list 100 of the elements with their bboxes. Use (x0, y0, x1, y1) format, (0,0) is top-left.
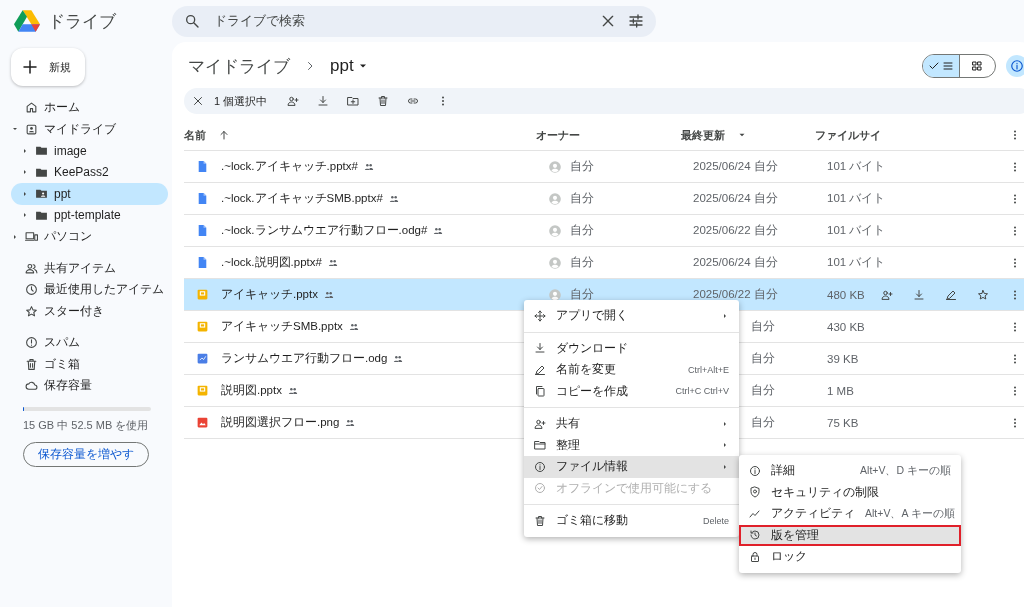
folder-icon (534, 439, 546, 452)
column-header[interactable]: 最終更新 (681, 127, 725, 143)
move-arrows-icon (534, 309, 546, 322)
column-header[interactable]: オーナー (536, 127, 580, 143)
modified-date: 自分 (751, 383, 775, 398)
menu-item[interactable]: 整理 (524, 434, 739, 456)
caret-right-icon[interactable] (21, 189, 29, 198)
menu-item[interactable]: アクティビティ Alt+V、A キーの順 (739, 503, 961, 525)
modified-date: 2025/06/22 自分 (693, 287, 778, 302)
avatar-icon (548, 223, 562, 238)
cloud-icon (25, 379, 38, 393)
caret-right-icon[interactable] (21, 211, 29, 220)
file-name: 説明図.pptx (221, 383, 282, 398)
person-add-icon[interactable] (287, 95, 300, 107)
people-icon (363, 161, 374, 172)
info-icon (534, 460, 546, 473)
menu-item[interactable]: 名前を変更 Ctrl+Alt+E (524, 359, 739, 381)
file-row[interactable]: .~lock.アイキャッチ.pptx# 自分 2025/06/24 自分 101 バイト (184, 151, 1024, 183)
check-icon (927, 60, 940, 72)
file-name: アイキャッチSMB.pptx (221, 319, 343, 334)
file-name: .~lock.説明図.pptx# (221, 255, 322, 270)
shield-icon (749, 486, 761, 499)
nav-item[interactable]: スパム (11, 332, 168, 354)
nav-item[interactable]: image (11, 140, 168, 162)
nav-item[interactable]: ゴミ箱 (11, 353, 168, 375)
star-icon[interactable] (976, 288, 989, 301)
breadcrumb-item[interactable]: ppt (326, 56, 373, 76)
menu-item[interactable]: 詳細 Alt+V、D キーの順 (739, 460, 961, 482)
file-row[interactable]: .~lock.ランサムウエア行動フロー.odg# 自分 2025/06/22 自分 101 バイト (184, 215, 1024, 247)
document-icon (196, 160, 209, 173)
image-icon (196, 416, 209, 429)
folder-icon (35, 144, 48, 158)
menu-item[interactable]: ロック (739, 546, 961, 568)
menu-item[interactable]: 共有 (524, 413, 739, 435)
info-icon (1009, 59, 1024, 73)
menu-item[interactable]: セキュリティの制限 (739, 481, 961, 503)
nav-item[interactable]: ppt (11, 183, 168, 205)
sliders-icon[interactable] (628, 13, 644, 29)
search-field[interactable]: ドライブで検索 (212, 13, 588, 29)
download-icon[interactable] (912, 288, 925, 301)
file-size: 1 MB (827, 384, 854, 397)
menu-item[interactable]: ダウンロード (524, 337, 739, 359)
caret-right-icon[interactable] (11, 232, 19, 241)
arrow-up-icon[interactable] (218, 129, 230, 141)
modified-date: 2025/06/24 自分 (693, 191, 778, 206)
nav-item[interactable]: 最近使用したアイテム (11, 279, 168, 301)
file-size: 101 バイト (827, 255, 886, 270)
details-button[interactable] (1005, 55, 1024, 77)
file-name: .~lock.アイキャッチSMB.pptx# (221, 191, 383, 206)
nav-item[interactable]: 保存容量 (11, 375, 168, 397)
people-icon (323, 289, 334, 300)
copy-icon (534, 385, 546, 398)
pencil-icon (534, 363, 546, 376)
folder-plus-icon[interactable] (347, 95, 360, 107)
caret-right-icon[interactable] (21, 146, 29, 155)
nav-item[interactable]: スター付き (11, 300, 168, 322)
menu-item[interactable]: ファイル情報 (524, 456, 739, 478)
person-add-icon[interactable] (880, 288, 893, 301)
trash-icon[interactable] (377, 95, 390, 107)
history-icon (749, 529, 761, 542)
search-bar[interactable]: ドライブで検索 (172, 5, 656, 37)
new-button[interactable]: 新規 (11, 48, 85, 86)
nav-item[interactable]: ppt-template (11, 204, 168, 226)
app-title: ドライブ (48, 10, 116, 33)
file-row[interactable]: .~lock.アイキャッチSMB.pptx# 自分 2025/06/24 自分 101 バイト (184, 183, 1024, 215)
breadcrumb-item[interactable]: マイドライブ (184, 54, 294, 78)
home-icon (25, 101, 38, 115)
nav-item[interactable]: マイドライブ (11, 118, 168, 140)
close-icon[interactable] (192, 95, 204, 107)
file-size: 101 バイト (827, 191, 886, 206)
avatar-icon (548, 255, 562, 270)
pencil-icon[interactable] (944, 288, 957, 301)
link-icon[interactable] (407, 95, 420, 107)
caret-right-icon[interactable] (21, 168, 29, 177)
owner-name: 自分 (570, 191, 594, 206)
nav-item[interactable]: ホーム (11, 97, 168, 119)
download-icon[interactable] (317, 95, 330, 107)
column-header[interactable]: 名前 (184, 127, 206, 143)
close-icon[interactable] (600, 13, 616, 29)
modified-date: 自分 (751, 415, 775, 430)
menu-item[interactable]: 版を管理 (739, 524, 961, 546)
file-size: 101 バイト (827, 159, 886, 174)
nav-item[interactable]: パソコン (11, 226, 168, 248)
menu-item[interactable]: コピーを作成 Ctrl+C Ctrl+V (524, 380, 739, 402)
column-header[interactable]: ファイルサイ (815, 127, 881, 143)
computer-icon (25, 230, 38, 244)
clock-icon (25, 283, 38, 297)
menu-item[interactable]: ゴミ箱に移動 Delete (524, 510, 739, 532)
list-view-button[interactable] (922, 55, 959, 77)
nav-item[interactable]: 共有アイテム (11, 257, 168, 279)
file-size: 480 KB (827, 288, 865, 301)
people-icon (433, 225, 444, 236)
document-icon (196, 256, 209, 269)
nav-item[interactable]: KeePass2 (11, 161, 168, 183)
search-icon[interactable] (184, 13, 200, 29)
people-icon (348, 321, 359, 332)
document-icon (196, 192, 209, 205)
avatar-icon (548, 191, 562, 206)
document-icon (196, 224, 209, 237)
shortcut-hint: Delete (703, 515, 729, 526)
